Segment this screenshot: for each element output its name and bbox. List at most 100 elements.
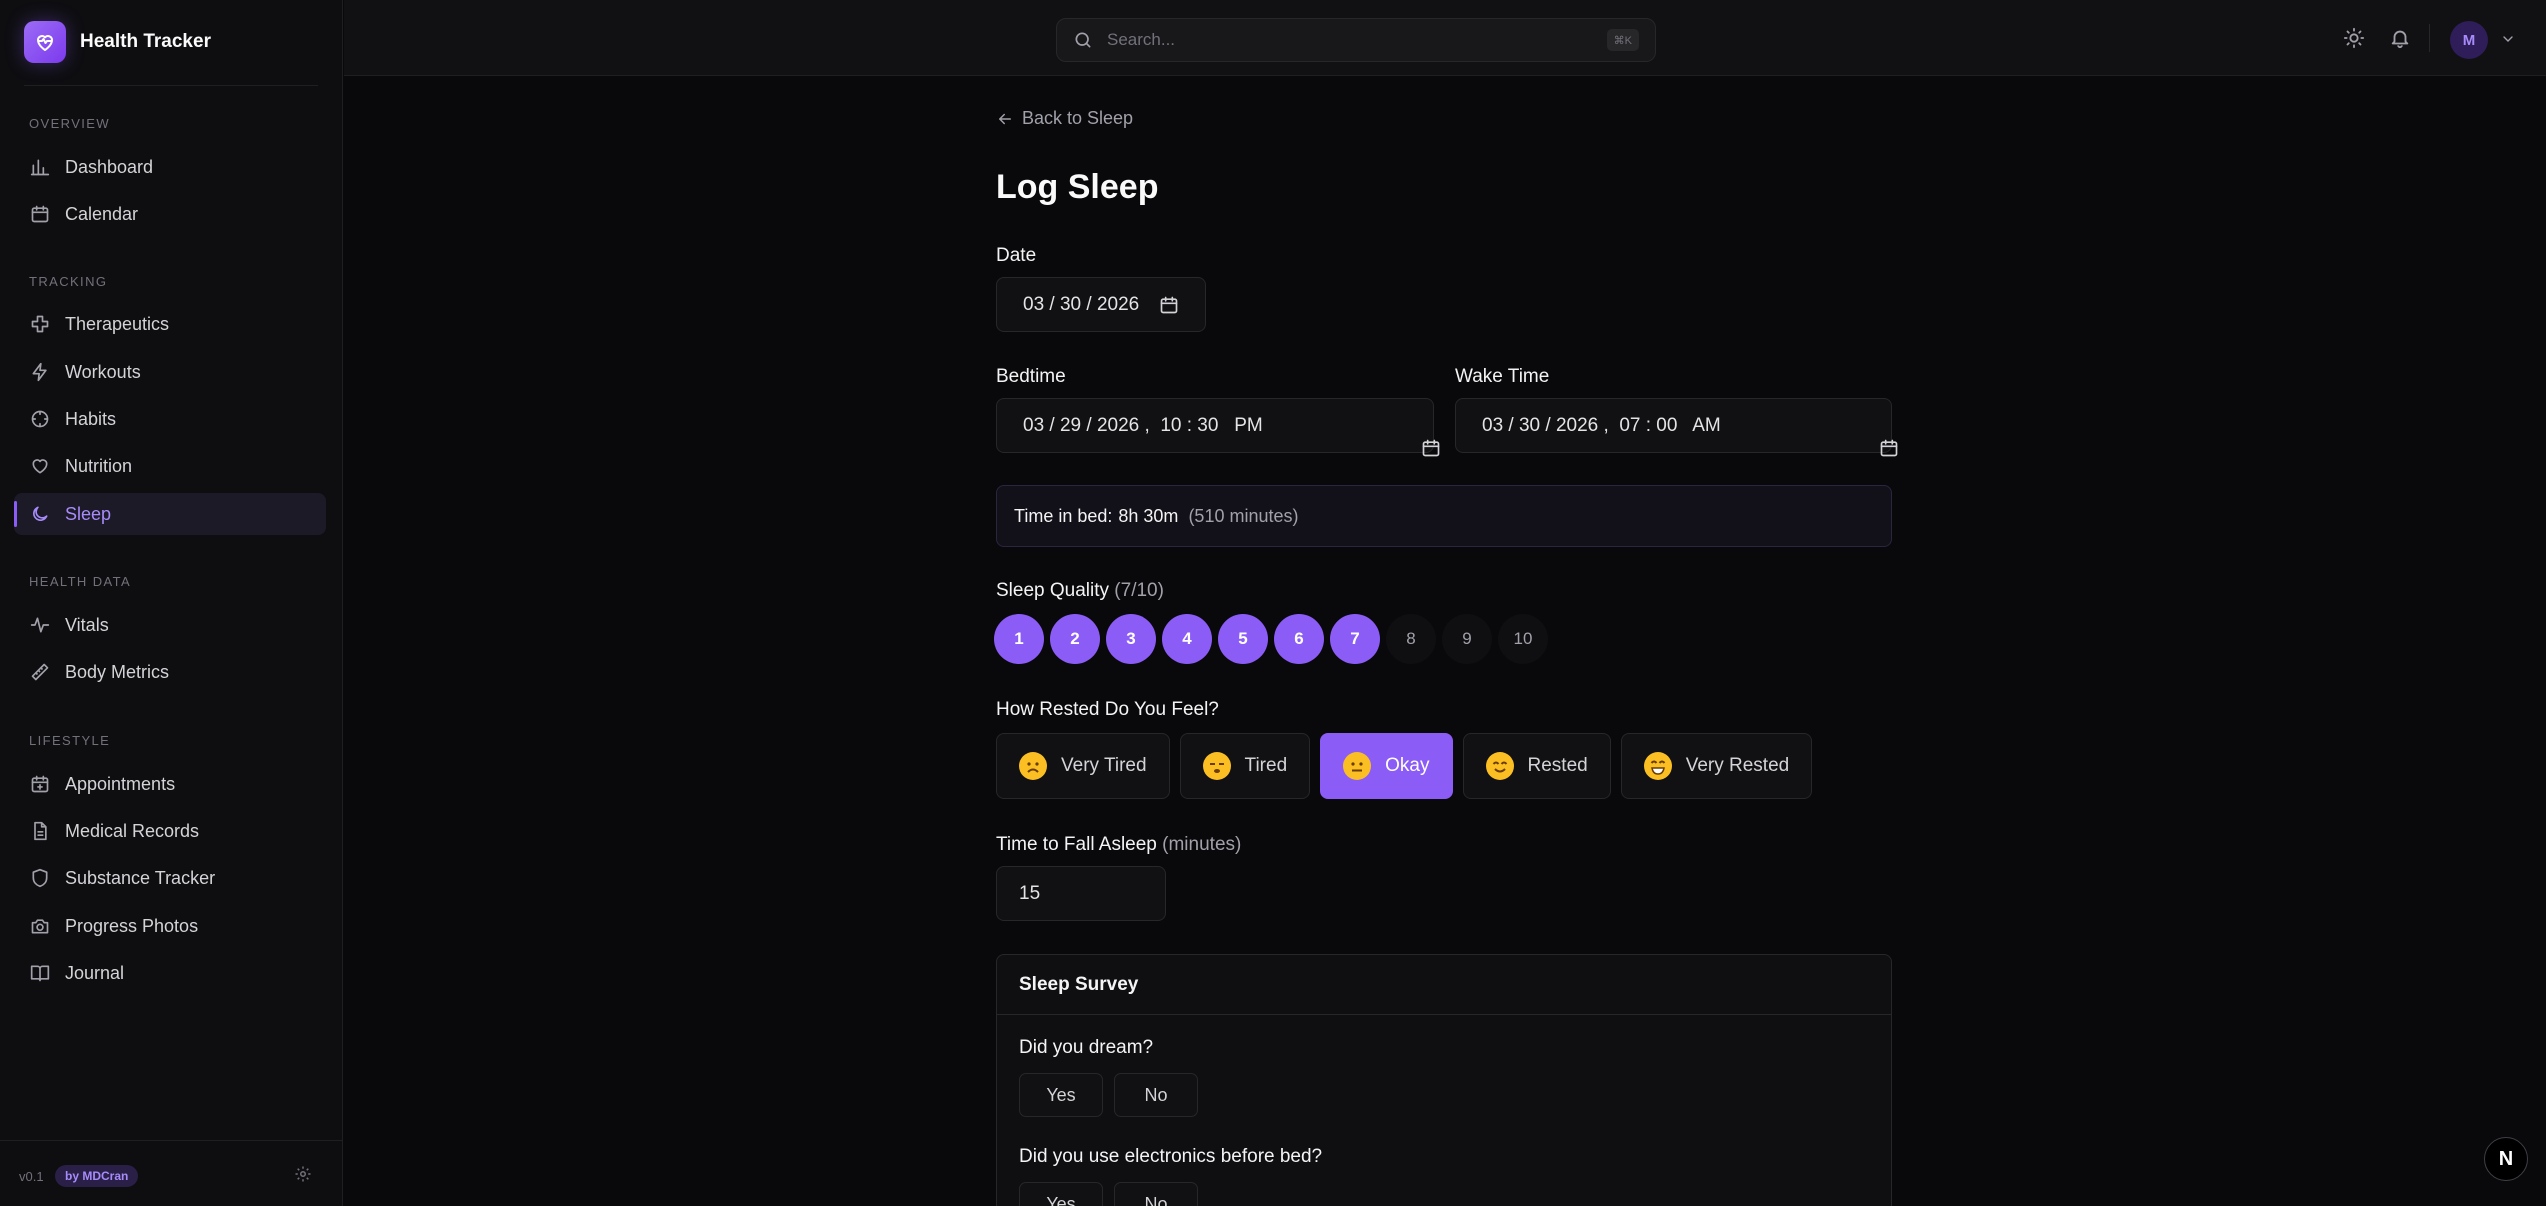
quality-option-1[interactable]: 1 xyxy=(994,614,1044,664)
search-input[interactable]: Search... ⌘K xyxy=(1056,18,1656,62)
quality-option-5[interactable]: 5 xyxy=(1218,614,1268,664)
lightning-icon xyxy=(29,361,51,383)
heart-pulse-logo-icon xyxy=(24,21,66,63)
sidebar-item-label: Body Metrics xyxy=(65,661,170,682)
survey-question-dream: Did you dream? xyxy=(1019,1037,1154,1058)
sidebar-item-journal[interactable]: Journal xyxy=(14,952,326,994)
chevron-down-icon[interactable] xyxy=(2500,31,2516,47)
author-badge[interactable]: by MDCran xyxy=(55,1165,139,1187)
quality-option-10[interactable]: 10 xyxy=(1498,614,1548,664)
pulse-icon xyxy=(29,614,51,636)
divider xyxy=(0,1140,342,1141)
sidebar-item-sleep[interactable]: Sleep xyxy=(14,493,326,535)
bell-icon[interactable] xyxy=(2389,27,2411,49)
sidebar-item-workouts[interactable]: Workouts xyxy=(14,351,326,393)
document-icon xyxy=(29,820,51,842)
sidebar-item-label: Vitals xyxy=(65,614,109,635)
dream-yes-button[interactable]: Yes xyxy=(1019,1073,1103,1117)
app-title: Health Tracker xyxy=(80,31,211,52)
fall-asleep-input[interactable]: 15 xyxy=(996,866,1166,921)
dev-tools-badge[interactable]: N xyxy=(2484,1137,2528,1181)
sidebar-item-appointments[interactable]: Appointments xyxy=(14,763,326,805)
bedtime-field[interactable]: 03 / 29 / 2026 , 10 : 30 PM xyxy=(996,398,1440,457)
nav-group-title-health-data: HEALTH DATA xyxy=(29,574,132,589)
top-bar: Search... ⌘K xyxy=(344,0,2546,76)
mood-label: Very Rested xyxy=(1685,755,1790,776)
bedtime-label: Bedtime xyxy=(996,366,1066,387)
fall-asleep-value: 15 xyxy=(1019,882,1041,904)
sidebar-item-habits[interactable]: Habits xyxy=(14,398,326,440)
mood-label: Tired xyxy=(1244,755,1288,776)
sleep-survey-card: Sleep Survey Did you dream? Yes No Did y… xyxy=(996,954,1892,1206)
sidebar-item-dashboard[interactable]: Dashboard xyxy=(14,146,326,188)
time-in-bed-value: 8h 30m xyxy=(1118,505,1179,526)
moon-icon xyxy=(29,503,51,525)
rested-label: How Rested Do You Feel? xyxy=(996,699,1219,720)
sidebar-item-label: Dashboard xyxy=(65,156,154,177)
mood-option-very-rested[interactable]: Very Rested xyxy=(1620,733,1813,799)
date-label: Date xyxy=(996,245,1037,266)
sidebar-item-calendar[interactable]: Calendar xyxy=(14,193,326,235)
quality-option-6[interactable]: 6 xyxy=(1274,614,1324,664)
search-shortcut: ⌘K xyxy=(1606,29,1639,51)
heart-icon xyxy=(29,455,51,477)
sleepy-face-icon xyxy=(1202,752,1231,780)
back-link-label: Back to Sleep xyxy=(1022,108,1134,128)
page-title: Log Sleep xyxy=(996,168,1159,206)
back-link[interactable]: Back to Sleep xyxy=(996,108,1133,129)
sidebar-item-vitals[interactable]: Vitals xyxy=(14,604,326,646)
book-icon xyxy=(29,962,51,984)
arrow-left-icon xyxy=(999,113,1011,124)
calendar-icon[interactable] xyxy=(1847,416,1898,457)
mood-option-very-tired[interactable]: Very Tired xyxy=(996,733,1170,799)
electronics-yes-button[interactable]: Yes xyxy=(1019,1182,1103,1206)
brand[interactable]: Health Tracker xyxy=(24,21,211,63)
sidebar-item-medical-records[interactable]: Medical Records xyxy=(14,810,326,852)
bedtime-value: 03 / 29 / 2026 , 10 : 30 PM xyxy=(1023,414,1263,436)
gear-icon[interactable] xyxy=(294,1165,314,1185)
grin-face-icon xyxy=(1643,752,1672,780)
date-field[interactable]: 03 / 30 / 2026 xyxy=(996,277,1206,332)
time-in-bed-summary: Time in bed: 8h 30m (510 minutes) xyxy=(996,485,1892,547)
neutral-face-icon xyxy=(1343,752,1372,780)
date-value: 03 / 30 / 2026 xyxy=(1023,293,1140,315)
calendar-icon[interactable] xyxy=(1389,416,1440,457)
quality-option-4[interactable]: 4 xyxy=(1162,614,1212,664)
sidebar-item-therapeutics[interactable]: Therapeutics xyxy=(14,303,326,345)
quality-option-8[interactable]: 8 xyxy=(1386,614,1436,664)
quality-option-3[interactable]: 3 xyxy=(1106,614,1156,664)
dream-no-button[interactable]: No xyxy=(1114,1073,1198,1117)
electronics-no-button[interactable]: No xyxy=(1114,1182,1198,1206)
sidebar-item-label: Habits xyxy=(65,408,117,429)
sidebar-item-label: Nutrition xyxy=(65,455,133,476)
mood-option-okay[interactable]: Okay xyxy=(1320,733,1453,799)
nav-group-title-lifestyle: LIFESTYLE xyxy=(29,733,111,748)
sidebar-item-body-metrics[interactable]: Body Metrics xyxy=(14,651,326,693)
sidebar-item-nutrition[interactable]: Nutrition xyxy=(14,445,326,487)
fall-asleep-unit: (minutes) xyxy=(1162,834,1242,855)
quality-option-7[interactable]: 7 xyxy=(1330,614,1380,664)
avatar[interactable]: M xyxy=(2450,21,2488,59)
sleep-quality-selector: 1 2 3 4 5 6 7 8 9 10 xyxy=(994,614,1554,664)
mood-option-tired[interactable]: Tired xyxy=(1179,733,1311,799)
fall-asleep-title: Time to Fall Asleep xyxy=(996,834,1157,855)
survey-question-electronics: Did you use electronics before bed? xyxy=(1019,1146,1323,1167)
sleep-quality-label: Sleep Quality (7/10) xyxy=(996,580,1164,602)
sleep-quality-title: Sleep Quality xyxy=(996,580,1110,601)
sidebar-item-label: Appointments xyxy=(65,773,176,794)
nav-group-title-overview: OVERVIEW xyxy=(29,116,111,131)
mood-option-rested[interactable]: Rested xyxy=(1462,733,1611,799)
quality-option-2[interactable]: 2 xyxy=(1050,614,1100,664)
mood-label: Very Tired xyxy=(1061,755,1147,776)
sidebar-item-progress-photos[interactable]: Progress Photos xyxy=(14,905,326,947)
wake-time-field[interactable]: 03 / 30 / 2026 , 07 : 00 AM xyxy=(1455,398,1898,457)
version-label: v0.1 xyxy=(19,1169,44,1184)
time-in-bed-detail: (510 minutes) xyxy=(1188,505,1299,526)
calendar-icon[interactable] xyxy=(1159,295,1179,315)
sidebar-item-substance-tracker[interactable]: Substance Tracker xyxy=(14,857,326,899)
mood-label: Okay xyxy=(1385,755,1430,776)
sidebar-item-label: Sleep xyxy=(65,503,112,524)
smile-face-icon xyxy=(1485,752,1514,780)
sun-icon[interactable] xyxy=(2343,27,2365,49)
quality-option-9[interactable]: 9 xyxy=(1442,614,1492,664)
